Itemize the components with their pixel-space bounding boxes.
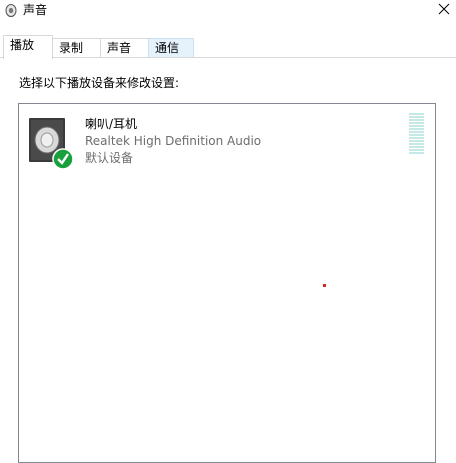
window-title: 声音 [23,3,48,17]
tab-label: 声音 [107,41,132,55]
default-check-icon [52,148,74,170]
tab-recording[interactable]: 录制 [52,38,101,58]
volume-level-meter [409,113,424,155]
speaker-app-icon [5,4,17,17]
device-status: 默认设备 [85,151,134,165]
device-list[interactable] [18,103,436,463]
title-bar: 声音 [0,0,456,22]
tab-label: 通信 [155,41,180,55]
cursor-marker [323,284,326,287]
device-name: 喇叭/耳机 [85,117,138,131]
tab-label: 录制 [59,41,84,55]
tab-sounds[interactable]: 声音 [100,38,149,58]
close-button[interactable] [430,0,456,20]
tab-playback[interactable]: 播放 [3,35,53,59]
tab-label: 播放 [10,38,35,52]
instruction-text: 选择以下播放设备来修改设置: [19,76,180,90]
tab-communications[interactable]: 通信 [148,38,194,58]
device-driver: Realtek High Definition Audio [85,134,262,148]
close-icon [438,3,450,15]
speaker-icon[interactable] [27,116,75,172]
tab-strip: 播放 录制 声音 通信 [0,35,456,59]
